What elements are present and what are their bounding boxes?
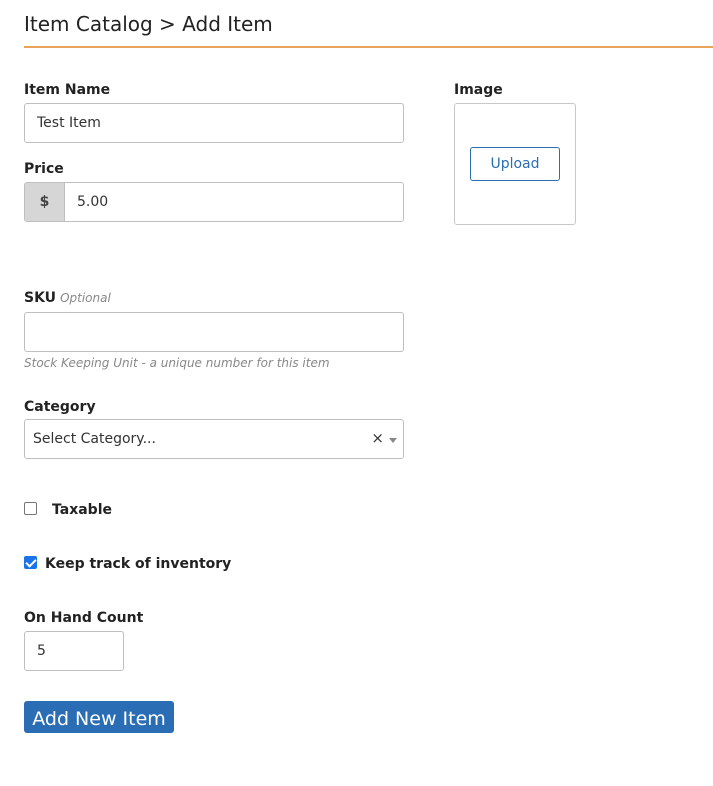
upload-button[interactable]: Upload xyxy=(470,147,560,181)
on-hand-count-input[interactable] xyxy=(24,631,124,671)
price-input[interactable] xyxy=(65,183,403,221)
currency-addon: $ xyxy=(25,183,65,221)
header-divider xyxy=(24,46,713,48)
track-inventory-checkbox[interactable] xyxy=(24,556,37,569)
taxable-label: Taxable xyxy=(52,502,112,518)
image-label: Image xyxy=(454,82,503,98)
category-label: Category xyxy=(24,399,96,415)
sku-label-text: SKU xyxy=(24,290,57,306)
taxable-checkbox[interactable] xyxy=(24,502,37,515)
item-name-input[interactable] xyxy=(24,103,404,143)
add-new-item-button[interactable]: Add New Item xyxy=(24,701,174,733)
dropdown-arrow-icon[interactable] xyxy=(389,438,397,443)
item-name-label: Item Name xyxy=(24,82,111,98)
category-selected-value: Select Category... xyxy=(33,431,156,447)
on-hand-count-label: On Hand Count xyxy=(24,610,144,626)
image-dropzone: Upload xyxy=(454,103,576,225)
sku-input[interactable] xyxy=(24,312,404,352)
category-select[interactable]: Select Category... × xyxy=(24,419,404,459)
sku-optional-tag: Optional xyxy=(60,291,111,305)
sku-label: SKU Optional xyxy=(24,290,111,306)
price-label: Price xyxy=(24,161,64,177)
page-title: Item Catalog > Add Item xyxy=(24,12,273,36)
price-input-group: $ xyxy=(24,182,404,222)
sku-help-text: Stock Keeping Unit - a unique number for… xyxy=(24,356,330,370)
track-inventory-label: Keep track of inventory xyxy=(45,556,232,572)
clear-selection-icon[interactable]: × xyxy=(371,429,384,447)
